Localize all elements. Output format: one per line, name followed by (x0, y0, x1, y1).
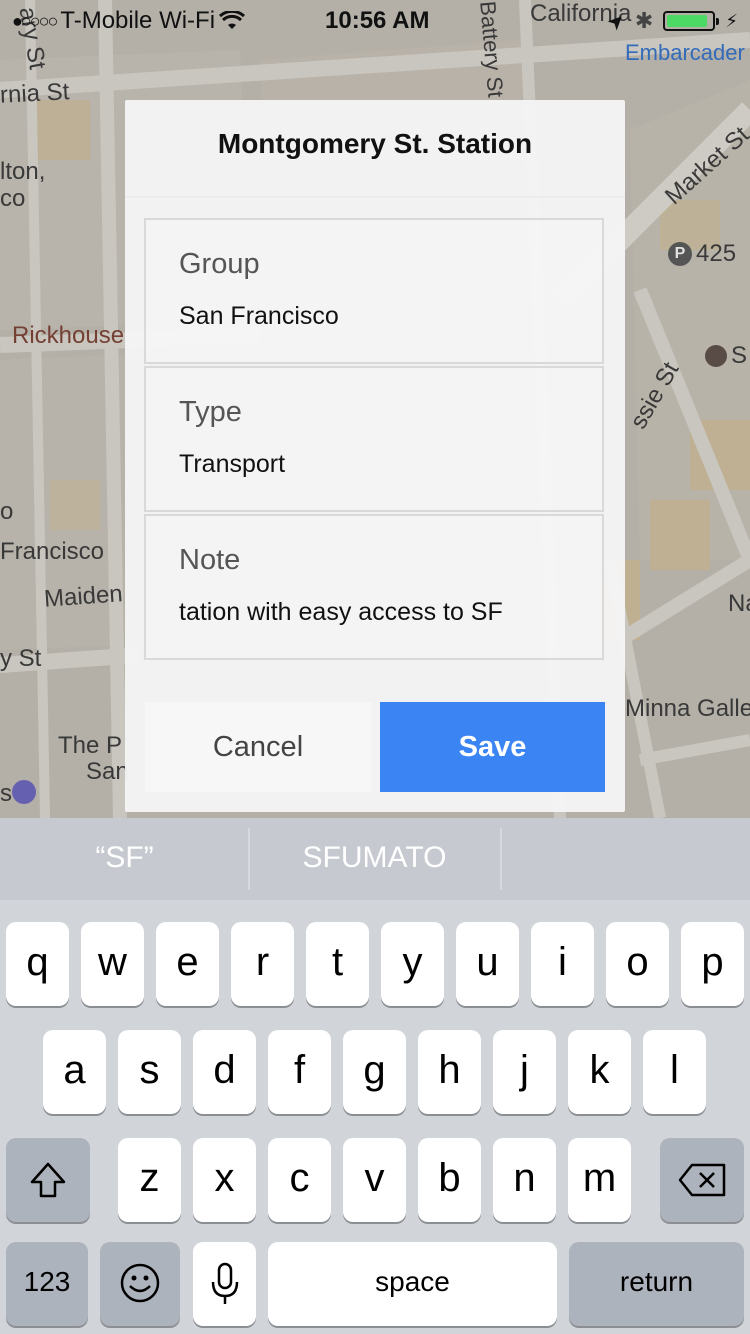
key-s[interactable]: s (118, 1030, 181, 1114)
edit-place-dialog: Montgomery St. Station Group San Francis… (125, 100, 625, 812)
key-p[interactable]: p (681, 922, 744, 1006)
battery-icon (663, 11, 720, 31)
key-y[interactable]: y (381, 922, 444, 1006)
type-value[interactable]: Transport (179, 450, 599, 479)
status-time: 10:56 AM (325, 7, 430, 34)
suggestion-2[interactable]: SFUMATO (250, 818, 499, 900)
carrier-name: T-Mobile Wi-Fi (60, 7, 216, 34)
key-r[interactable]: r (231, 922, 294, 1006)
status-right-icons: ➤ ✱ ⚡ (603, 8, 738, 35)
type-field[interactable]: Type Transport (144, 366, 604, 512)
status-bar: ●○○○○ T-Mobile Wi-Fi 10:56 AM ➤ ✱ ⚡ (0, 0, 750, 40)
key-e[interactable]: e (156, 922, 219, 1006)
key-n[interactable]: n (493, 1138, 556, 1222)
note-field[interactable]: Note tation with easy access to SF (144, 514, 604, 660)
delete-key[interactable] (660, 1138, 744, 1222)
dialog-divider (125, 196, 625, 198)
key-g[interactable]: g (343, 1030, 406, 1114)
emoji-icon (120, 1263, 160, 1303)
note-input[interactable]: tation with easy access to SF (179, 598, 599, 627)
suggestion-3[interactable] (502, 818, 750, 900)
key-q[interactable]: q (6, 922, 69, 1006)
group-value[interactable]: San Francisco (179, 302, 599, 331)
key-w[interactable]: w (81, 922, 144, 1006)
cancel-button[interactable]: Cancel (145, 702, 371, 792)
note-label: Note (179, 544, 241, 576)
key-j[interactable]: j (493, 1030, 556, 1114)
delete-icon (678, 1163, 726, 1197)
key-x[interactable]: x (193, 1138, 256, 1222)
bluetooth-icon: ✱ (634, 8, 654, 33)
key-i[interactable]: i (531, 922, 594, 1006)
microphone-icon (211, 1262, 238, 1304)
key-v[interactable]: v (343, 1138, 406, 1222)
key-u[interactable]: u (456, 922, 519, 1006)
suggestion-1[interactable]: “SF” (0, 818, 249, 900)
key-t[interactable]: t (306, 922, 369, 1006)
key-o[interactable]: o (606, 922, 669, 1006)
dialog-title: Montgomery St. Station (217, 128, 533, 159)
location-arrow-icon: ➤ (603, 7, 631, 36)
carrier-info: ●○○○○ T-Mobile Wi-Fi (12, 7, 246, 35)
key-h[interactable]: h (418, 1030, 481, 1114)
key-b[interactable]: b (418, 1138, 481, 1222)
signal-strength-icon: ●○○○○ (12, 10, 58, 31)
keyboard: “SF” SFUMATO qwertyuiop asdfghjkl zxcvbn… (0, 818, 750, 1334)
emoji-key[interactable] (100, 1242, 180, 1326)
suggestion-bar: “SF” SFUMATO (0, 818, 750, 900)
charging-icon: ⚡ (725, 10, 738, 31)
wifi-icon (219, 11, 246, 29)
shift-icon (30, 1162, 66, 1198)
return-key[interactable]: return (569, 1242, 744, 1326)
space-key[interactable]: space (268, 1242, 557, 1326)
group-label: Group (179, 248, 260, 280)
key-k[interactable]: k (568, 1030, 631, 1114)
numbers-key[interactable]: 123 (6, 1242, 88, 1326)
shift-key[interactable] (6, 1138, 90, 1222)
type-label: Type (179, 396, 242, 428)
group-field[interactable]: Group San Francisco (144, 218, 604, 364)
save-button[interactable]: Save (380, 702, 605, 792)
key-l[interactable]: l (643, 1030, 706, 1114)
key-m[interactable]: m (568, 1138, 631, 1222)
key-z[interactable]: z (118, 1138, 181, 1222)
microphone-key[interactable] (193, 1242, 256, 1326)
key-a[interactable]: a (43, 1030, 106, 1114)
key-f[interactable]: f (268, 1030, 331, 1114)
key-c[interactable]: c (268, 1138, 331, 1222)
key-d[interactable]: d (193, 1030, 256, 1114)
